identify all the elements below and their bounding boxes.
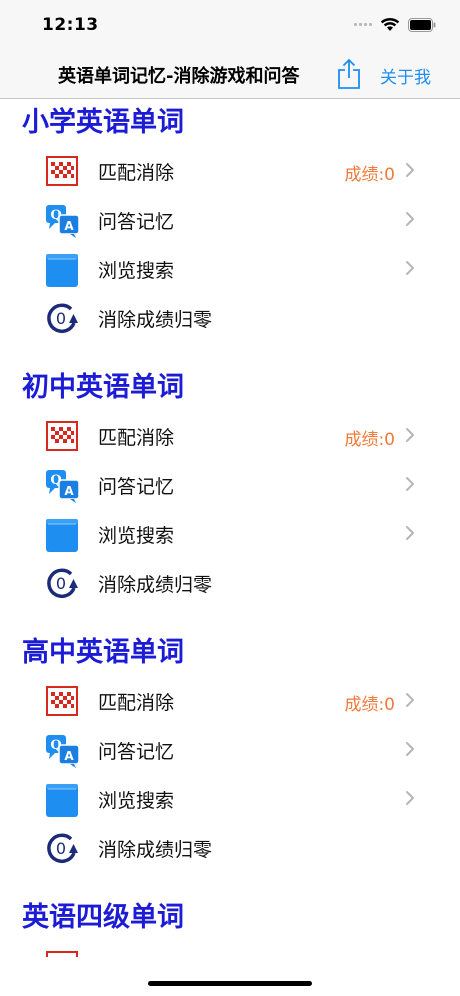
list-item[interactable]: 匹配消除 成绩:0 <box>0 147 460 196</box>
chevron-right-icon <box>404 257 416 279</box>
section-title: 高中英语单词 <box>22 637 184 668</box>
svg-text:A: A <box>64 484 74 498</box>
chevron-right-icon <box>404 787 416 809</box>
list-item-label: 问答记忆 <box>98 476 175 498</box>
chevron-right-icon <box>404 208 416 230</box>
share-icon[interactable] <box>336 58 362 90</box>
cellular-signal-icon <box>354 23 372 26</box>
chevron-right-icon <box>404 159 416 181</box>
svg-text:0: 0 <box>56 839 66 858</box>
chevron-right-icon <box>404 522 416 544</box>
battery-icon <box>408 17 436 32</box>
settings-list: 小学英语单词 匹配消除 成绩:0 Q A 问答记忆 浏览搜索 0 消除成绩归零 初中英语单词 匹配消… <box>0 99 460 957</box>
navigation-bar: 英语单词记忆-消除游戏和问答 关于我 <box>0 50 460 99</box>
chevron-right-icon <box>404 689 416 711</box>
section: 小学英语单词匹配消除 成绩:0 Q A 问答记忆浏览搜索 0 消除成绩归零 <box>0 99 460 343</box>
wifi-icon <box>380 17 400 32</box>
list-item-label: 浏览搜索 <box>98 260 175 282</box>
reset-score-icon: 0 <box>45 831 79 865</box>
list-item[interactable]: 0 消除成绩归零 <box>0 559 460 608</box>
list-item-label: 消除成绩归零 <box>98 839 213 861</box>
chevron-right-icon <box>404 738 416 760</box>
qa-memory-icon: QA <box>45 733 80 768</box>
list-item[interactable]: Q A 问答记忆 <box>0 726 460 775</box>
section: 英语四级单词匹配消除 <box>0 894 460 957</box>
list-item-label: 问答记忆 <box>98 741 175 763</box>
list-item-label: 匹配消除 <box>98 162 175 184</box>
book-icon <box>45 252 79 287</box>
about-me-button[interactable]: 关于我 <box>380 63 431 88</box>
match-eliminate-icon <box>45 684 79 718</box>
list-item-label: 浏览搜索 <box>98 525 175 547</box>
list-item[interactable]: 匹配消除 成绩:0 <box>0 677 460 726</box>
qa-memory-icon: QA <box>45 468 80 503</box>
section-title: 英语四级单词 <box>22 902 184 933</box>
list-item[interactable]: Q A 问答记忆 <box>0 196 460 245</box>
list-item-label: 匹配消除 <box>98 692 175 714</box>
qa-memory-icon: QA <box>45 203 80 238</box>
list-item-label: 匹配消除 <box>98 953 174 957</box>
list-item[interactable]: 0 消除成绩归零 <box>0 824 460 873</box>
status-bar: 12:13 <box>0 0 460 50</box>
match-eliminate-icon <box>45 949 79 957</box>
section-title: 小学英语单词 <box>22 107 184 138</box>
chevron-right-icon <box>404 424 416 446</box>
status-time: 12:13 <box>42 15 99 35</box>
list-item-label: 浏览搜索 <box>98 790 175 812</box>
match-eliminate-icon <box>45 419 79 453</box>
list-item[interactable]: 浏览搜索 <box>0 775 460 824</box>
home-indicator <box>148 981 312 986</box>
list-item[interactable]: 匹配消除 成绩:0 <box>0 412 460 461</box>
score-value: 成绩:0 <box>344 430 395 450</box>
match-eliminate-icon <box>45 154 79 188</box>
svg-text:0: 0 <box>56 309 66 328</box>
svg-text:A: A <box>64 219 74 233</box>
list-item[interactable]: 浏览搜索 <box>0 510 460 559</box>
list-item[interactable]: Q A 问答记忆 <box>0 461 460 510</box>
list-item-label: 消除成绩归零 <box>98 574 213 596</box>
list-item-label: 消除成绩归零 <box>98 309 213 331</box>
section: 初中英语单词匹配消除 成绩:0 Q A 问答记忆浏览搜索 0 消除成绩归零 <box>0 364 460 608</box>
list-item[interactable]: 匹配消除 <box>0 942 460 957</box>
status-icons <box>354 17 436 32</box>
section-title: 初中英语单词 <box>22 372 184 403</box>
reset-score-icon: 0 <box>45 301 79 335</box>
svg-text:A: A <box>64 749 74 763</box>
nav-title: 英语单词记忆-消除游戏和问答 <box>58 66 300 87</box>
list-item-label: 匹配消除 <box>98 427 175 449</box>
list-item[interactable]: 0 消除成绩归零 <box>0 294 460 343</box>
score-value: 成绩:0 <box>344 695 395 715</box>
book-icon <box>45 782 79 817</box>
book-icon <box>45 517 79 552</box>
chevron-right-icon <box>404 473 416 495</box>
list-item[interactable]: 浏览搜索 <box>0 245 460 294</box>
chevron-right-icon <box>404 954 416 957</box>
svg-text:0: 0 <box>56 574 66 593</box>
reset-score-icon: 0 <box>45 566 79 600</box>
section: 高中英语单词匹配消除 成绩:0 Q A 问答记忆浏览搜索 0 消除成绩归零 <box>0 629 460 873</box>
score-value: 成绩:0 <box>344 165 395 185</box>
list-item-label: 问答记忆 <box>98 211 175 233</box>
